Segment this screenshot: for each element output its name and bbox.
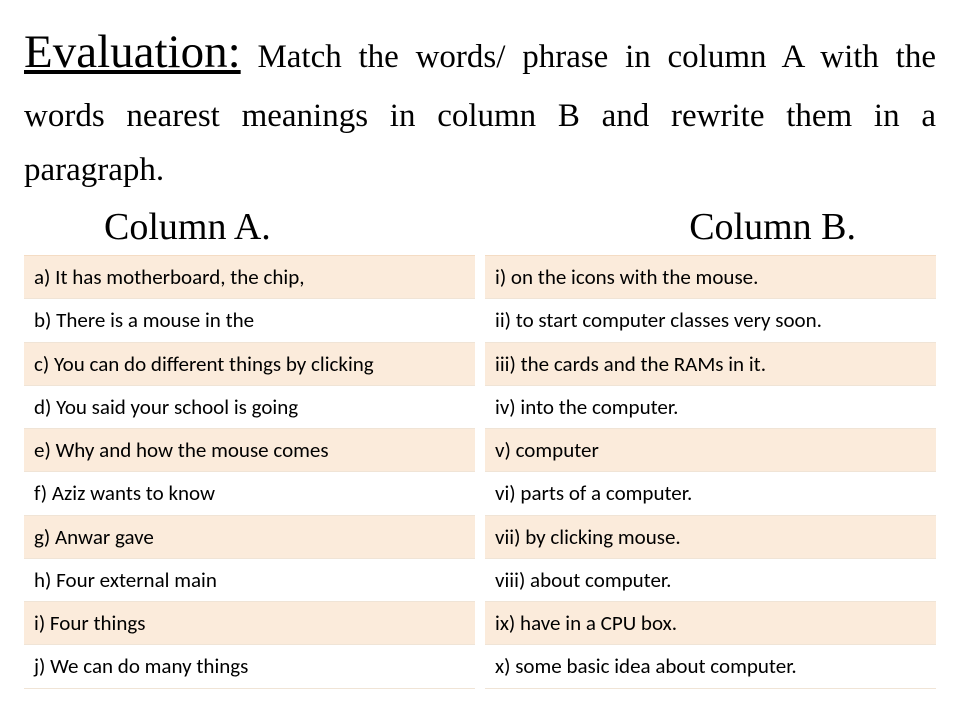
list-item: f) Aziz wants to know xyxy=(24,472,475,515)
list-item: iii) the cards and the RAMs in it. xyxy=(485,343,936,386)
instruction-text: Evaluation: Match the words/ phrase in c… xyxy=(24,14,936,197)
list-item: x) some basic idea about computer. xyxy=(485,645,936,688)
list-item: e) Why and how the mouse comes xyxy=(24,429,475,472)
list-item: vi) parts of a computer. xyxy=(485,472,936,515)
list-item: j) We can do many things xyxy=(24,645,475,688)
list-item: ix) have in a CPU box. xyxy=(485,602,936,645)
list-item: h) Four external main xyxy=(24,559,475,602)
column-b: i) on the icons with the mouse. ii) to s… xyxy=(485,255,936,689)
list-item: g) Anwar gave xyxy=(24,516,475,559)
list-item: i) on the icons with the mouse. xyxy=(485,255,936,299)
columns-container: a) It has motherboard, the chip, b) Ther… xyxy=(24,255,936,689)
list-item: i) Four things xyxy=(24,602,475,645)
list-item: iv) into the computer. xyxy=(485,386,936,429)
list-item: a) It has motherboard, the chip, xyxy=(24,255,475,299)
list-item: c) You can do different things by clicki… xyxy=(24,343,475,386)
column-b-header: Column B. xyxy=(689,205,856,249)
list-item: d) You said your school is going xyxy=(24,386,475,429)
column-a-header: Column A. xyxy=(104,205,271,249)
evaluation-label: Evaluation: xyxy=(24,26,241,78)
list-item: vii) by clicking mouse. xyxy=(485,516,936,559)
list-item: v) computer xyxy=(485,429,936,472)
list-item: b) There is a mouse in the xyxy=(24,299,475,342)
list-item: ii) to start computer classes very soon. xyxy=(485,299,936,342)
columns-header-row: Column A. Column B. xyxy=(24,205,936,249)
list-item: viii) about computer. xyxy=(485,559,936,602)
column-a: a) It has motherboard, the chip, b) Ther… xyxy=(24,255,475,689)
